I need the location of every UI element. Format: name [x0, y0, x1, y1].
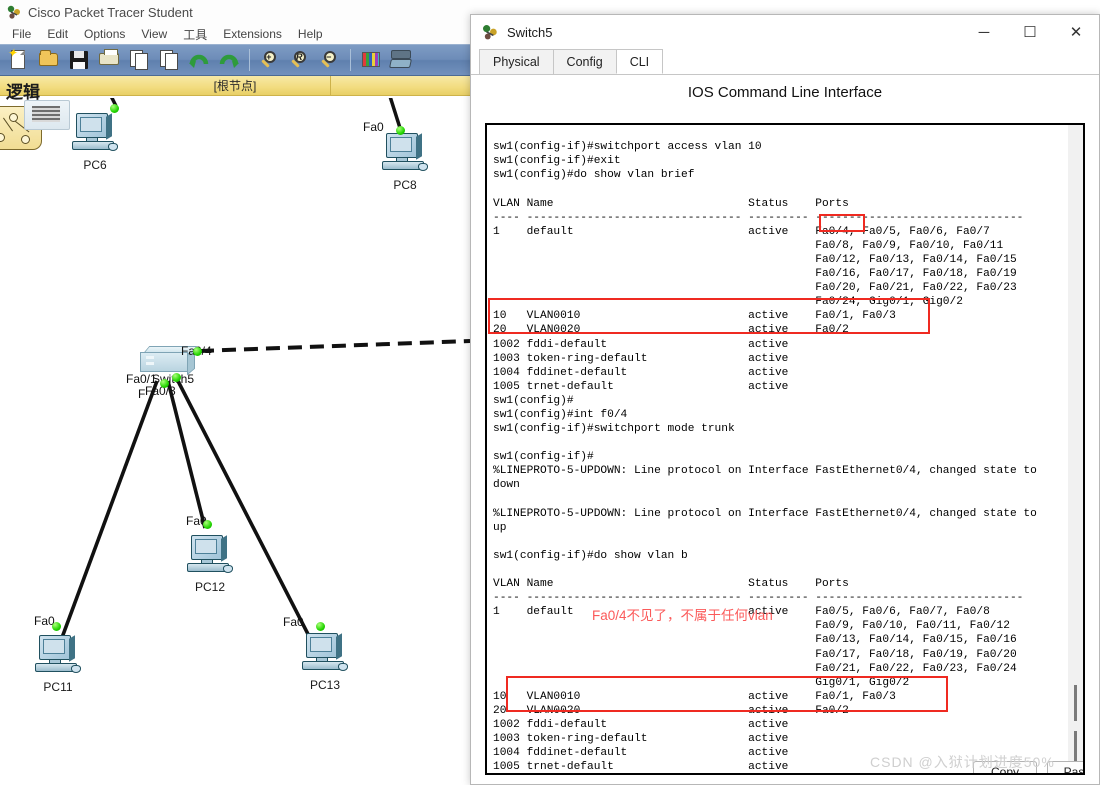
close-button[interactable]: ✕: [1053, 16, 1099, 49]
paste-icon[interactable]: [157, 48, 181, 72]
device-label-pc13: PC13: [309, 678, 341, 692]
redo-icon[interactable]: [217, 48, 241, 72]
link-led-pc8: [396, 126, 405, 135]
device-label-pc6: PC6: [83, 158, 107, 172]
cli-scrollbar[interactable]: [1068, 125, 1083, 773]
device-label-pc8: PC8: [393, 178, 417, 192]
port-label-fa02: F: [138, 387, 146, 401]
device-pc12[interactable]: PC12: [185, 535, 235, 594]
menu-item-options[interactable]: Options: [76, 27, 133, 41]
link-led-fa04: [193, 347, 202, 356]
highlight-vlan-table-1: [488, 298, 930, 334]
new-file-icon[interactable]: ✦: [7, 47, 31, 72]
cli-scrollbar-thumb[interactable]: [1074, 685, 1077, 721]
tab-config[interactable]: Config: [552, 49, 617, 74]
packet-tracer-titlebar: Cisco Packet Tracer Student: [0, 0, 470, 24]
menu-item-edit[interactable]: Edit: [39, 27, 76, 41]
menu-item-help[interactable]: Help: [290, 27, 331, 41]
custom-device-icon[interactable]: [389, 48, 413, 72]
port-label-pc13: Fa0: [283, 615, 304, 629]
device-pc8[interactable]: PC8: [380, 133, 430, 192]
menu-item-tools[interactable]: 工具: [175, 26, 215, 43]
background-switch-icon: [24, 100, 70, 130]
menu-item-file[interactable]: File: [4, 27, 39, 41]
zoom-reset-icon[interactable]: R: [288, 48, 312, 72]
packet-tracer-title: Cisco Packet Tracer Student: [28, 4, 193, 20]
port-label-pc8: Fa0: [363, 120, 384, 134]
zoom-in-icon[interactable]: +: [258, 48, 282, 72]
undo-icon[interactable]: [187, 48, 211, 72]
highlight-vlan-table-2: [506, 676, 948, 712]
device-label-pc11: PC11: [43, 680, 73, 694]
maximize-button[interactable]: ☐: [1007, 16, 1053, 49]
highlight-fa04-port: [819, 214, 865, 232]
minimize-button[interactable]: ─: [961, 16, 1007, 49]
tab-cli[interactable]: CLI: [615, 49, 664, 74]
cli-titlebar[interactable]: Switch5 ─ ☐ ✕: [471, 15, 1099, 49]
device-label-pc12: PC12: [194, 580, 226, 594]
link-led-pc12: [203, 520, 212, 529]
save-icon[interactable]: [67, 48, 91, 72]
link-led-pc13: [316, 622, 325, 631]
screenshot-root: Cisco Packet Tracer Student File Edit Op…: [0, 0, 1100, 785]
packet-tracer-window: Cisco Packet Tracer Student File Edit Op…: [0, 0, 470, 785]
packet-tracer-device-icon: [481, 23, 499, 41]
menu-item-extensions[interactable]: Extensions: [215, 27, 290, 41]
open-folder-icon[interactable]: [37, 48, 61, 72]
link-led-switch-b: [160, 379, 169, 388]
device-pc6[interactable]: PC6: [70, 113, 120, 172]
cli-tab-bar: Physical Config CLI: [471, 49, 1099, 75]
annotation-fa04-missing: Fa0/4不见了，不属于任何vlan: [592, 608, 773, 623]
topology-canvas[interactable]: PC6 PC8 Fa0 Fa0/4 Fa0/1 Switch5 Fa0/3 F: [0, 98, 470, 785]
cluster-node-right: [21, 135, 30, 144]
cli-heading: IOS Command Line Interface: [687, 84, 883, 101]
device-pc13[interactable]: PC13: [300, 633, 350, 692]
watermark: CSDN @入狱计划进度50%: [870, 754, 1055, 770]
zoom-out-icon[interactable]: −: [318, 48, 342, 72]
toolbar: ✦ + R −: [0, 44, 470, 76]
cli-terminal-panel[interactable]: sw1(config-if)#switchport access vlan 10…: [485, 123, 1085, 775]
link-led-pc11: [52, 622, 61, 631]
cli-window-title: Switch5: [507, 24, 553, 40]
root-node-bar: [根节点]: [0, 76, 470, 96]
print-icon[interactable]: [97, 48, 121, 72]
device-pc11[interactable]: PC11: [33, 635, 83, 694]
toolbar-divider-2: [350, 49, 351, 71]
palette-icon[interactable]: [359, 48, 383, 72]
view-mode-label: 逻辑: [6, 83, 40, 102]
menu-bar: File Edit Options View 工具 Extensions Hel…: [0, 24, 470, 44]
packet-tracer-logo-icon: [6, 4, 22, 20]
tab-physical[interactable]: Physical: [479, 49, 554, 74]
switch-cli-window: Switch5 ─ ☐ ✕ Physical Config CLI IOS Co…: [470, 14, 1100, 785]
link-led-switch-a: [172, 373, 181, 382]
cluster-node-left: [0, 133, 5, 142]
menu-item-view[interactable]: View: [133, 27, 175, 41]
root-node-label: [根节点]: [213, 79, 257, 93]
copy-icon[interactable]: [127, 48, 151, 72]
link-led-pc6: [110, 104, 119, 113]
rootbar-divider: [330, 76, 331, 95]
toolbar-divider: [249, 49, 250, 71]
